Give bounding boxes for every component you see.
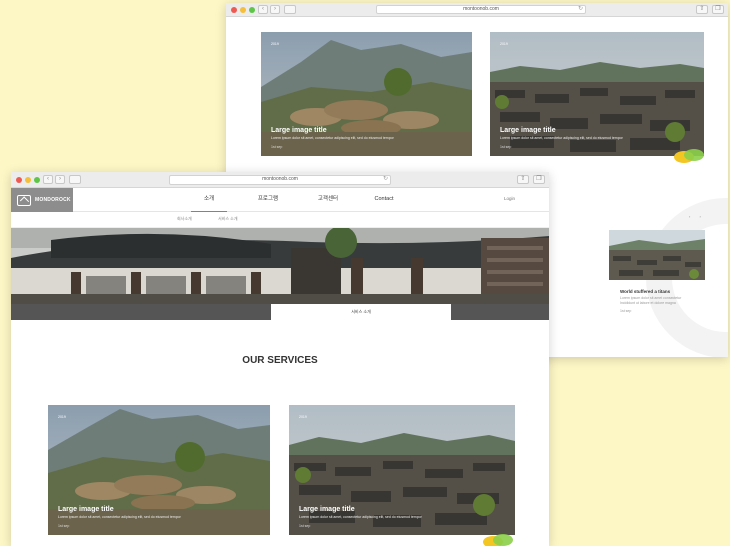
tab-services[interactable]: 서비스 소개 bbox=[271, 304, 451, 320]
browser-toolbar: ‹ › montoonob.com ↻ ⇧ ❐ bbox=[226, 3, 728, 17]
card-title: Large image title bbox=[500, 127, 556, 134]
tabs-icon[interactable]: ❐ bbox=[533, 175, 545, 184]
card-title: Large image title bbox=[271, 127, 327, 134]
card-meta: 1st sep bbox=[271, 145, 283, 149]
share-icon[interactable]: ⇧ bbox=[517, 175, 529, 184]
card-tag: 2019 bbox=[58, 415, 66, 419]
chevron-left-icon[interactable]: ‹ bbox=[258, 5, 268, 14]
maximize-dot[interactable] bbox=[249, 7, 255, 13]
subnav-item-company[interactable]: 회사소개 bbox=[177, 216, 192, 222]
service-card[interactable]: 2019 Large image title Lorem ipsum dolor… bbox=[490, 32, 704, 156]
tabs-icon[interactable]: ❐ bbox=[712, 5, 724, 14]
carousel-item-meta: 1st sep bbox=[620, 309, 632, 313]
url-bar[interactable]: montoonob.com ↻ bbox=[169, 175, 391, 185]
chevron-left-icon[interactable]: ‹ bbox=[43, 175, 53, 184]
carousel-item-title[interactable]: World stuffered a titans bbox=[620, 289, 670, 294]
close-dot[interactable] bbox=[231, 7, 237, 13]
maximize-dot[interactable] bbox=[34, 177, 40, 183]
url-text: montoonob.com bbox=[262, 176, 298, 182]
service-card[interactable]: 2019 Large image title Lorem ipsum dolor… bbox=[48, 405, 270, 535]
subnav-item-services[interactable]: 서비스 소개 bbox=[218, 216, 238, 222]
card-meta: 1st sep bbox=[500, 145, 512, 149]
decorative-blob bbox=[684, 149, 704, 161]
section-tab-bar: 서비스 소개 bbox=[11, 304, 549, 320]
carousel-item-subtitle: Incididunt ut labore et dolore magna bbox=[620, 301, 676, 305]
close-dot[interactable] bbox=[16, 177, 22, 183]
carousel-item-subtitle: Lorem ipsum dolor sit amet consectetur bbox=[620, 296, 682, 300]
card-title: Large image title bbox=[299, 506, 355, 513]
share-icon[interactable]: ⇧ bbox=[696, 5, 708, 14]
browser-toolbar: ‹ › montoonob.com ↻ ⇧ ❐ bbox=[11, 172, 549, 188]
card-description: Lorem ipsum dolor sit amet, consectetur … bbox=[299, 515, 422, 519]
chevron-right-icon[interactable]: › bbox=[55, 175, 65, 184]
nav-item-program[interactable]: 프로그램 bbox=[240, 188, 296, 212]
minimize-dot[interactable] bbox=[25, 177, 31, 183]
chevron-right-icon[interactable]: › bbox=[270, 5, 280, 14]
reload-icon[interactable]: ↻ bbox=[578, 6, 583, 13]
card-tag: 2019 bbox=[271, 42, 279, 46]
window-controls bbox=[231, 7, 255, 13]
service-card[interactable]: 2019 Large image title Lorem ipsum dolor… bbox=[261, 32, 472, 156]
section-title: OUR SERVICES bbox=[242, 355, 318, 366]
card-tag: 2019 bbox=[500, 42, 508, 46]
card-description: Lorem ipsum dolor sit amet, consectetur … bbox=[271, 136, 394, 140]
sidebar-icon[interactable] bbox=[284, 5, 296, 14]
sidebar-icon[interactable] bbox=[69, 175, 81, 184]
card-meta: 1st sep bbox=[299, 524, 311, 528]
card-description: Lorem ipsum dolor sit amet, consectetur … bbox=[58, 515, 181, 519]
card-title: Large image title bbox=[58, 506, 114, 513]
carousel-arrows[interactable]: ‹ › bbox=[689, 214, 705, 219]
site-header: MONDOROCK 소개 프로그램 고객센터 Contact Login bbox=[11, 188, 549, 212]
site-logo[interactable]: MONDOROCK bbox=[11, 188, 73, 212]
carousel-thumb[interactable] bbox=[609, 230, 705, 280]
service-card[interactable]: 2019 Large image title Lorem ipsum dolor… bbox=[289, 405, 515, 535]
sub-nav: 회사소개 서비스 소개 bbox=[11, 213, 549, 228]
nav-item-contact[interactable]: Contact bbox=[360, 188, 408, 212]
village-thumb-image bbox=[609, 230, 705, 280]
logo-text: MONDOROCK bbox=[35, 197, 71, 203]
nav-item-support[interactable]: 고객센터 bbox=[300, 188, 356, 212]
main-nav: 소개 프로그램 고객센터 Contact bbox=[186, 188, 408, 212]
front-browser-window: ‹ › montoonob.com ↻ ⇧ ❐ MONDOROCK 소개 프로그… bbox=[11, 172, 549, 546]
url-bar[interactable]: montoonob.com ↻ bbox=[376, 5, 586, 14]
minimize-dot[interactable] bbox=[240, 7, 246, 13]
card-description: Lorem ipsum dolor sit amet, consectetur … bbox=[500, 136, 623, 140]
login-link[interactable]: Login bbox=[504, 188, 515, 212]
reload-icon[interactable]: ↻ bbox=[383, 176, 388, 183]
logo-icon bbox=[17, 194, 31, 206]
card-meta: 1st sep bbox=[58, 524, 70, 528]
card-tag: 2019 bbox=[299, 415, 307, 419]
url-text: montoonob.com bbox=[463, 6, 499, 12]
nav-item-about[interactable]: 소개 bbox=[186, 188, 232, 212]
decorative-blob bbox=[493, 534, 513, 546]
window-controls bbox=[16, 177, 40, 183]
